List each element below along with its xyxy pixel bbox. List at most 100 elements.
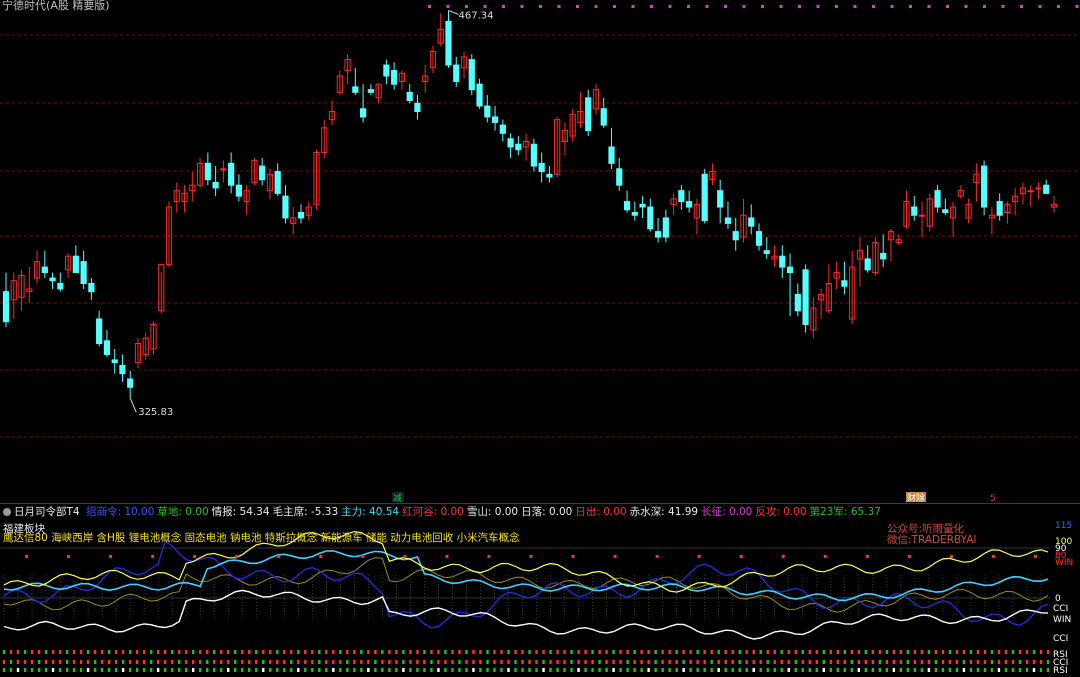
bottom-bar — [163, 668, 167, 672]
bottom-bar — [227, 668, 230, 672]
bottom-bar — [177, 650, 181, 654]
bottom-bar — [276, 668, 279, 672]
bottom-bar — [458, 668, 461, 672]
candle — [864, 245, 871, 273]
bottom-bar — [563, 668, 566, 672]
bottom-bar — [241, 660, 244, 664]
candle — [942, 198, 949, 216]
bottom-bar — [128, 668, 132, 672]
bottom-bar — [2, 660, 6, 664]
bottom-bar — [703, 660, 706, 664]
bottom-bar — [717, 668, 720, 672]
bottom-bar — [9, 668, 13, 672]
candle — [383, 59, 390, 85]
chart-canvas[interactable]: 467.34325.83减 财除 5 — [0, 0, 1080, 677]
signal-marker — [529, 555, 533, 558]
bottom-bar — [598, 668, 601, 672]
candle — [507, 133, 514, 158]
bottom-bar — [458, 650, 461, 654]
candle-body — [802, 269, 809, 325]
candle-body — [2, 291, 10, 323]
signal-marker — [739, 555, 743, 558]
candle — [701, 168, 708, 224]
candle — [717, 179, 724, 224]
bottom-bar — [836, 650, 839, 654]
bottom-bar — [920, 668, 924, 672]
indicator-item-8: 日出: 0.00 — [575, 506, 627, 518]
bottom-bar — [962, 668, 966, 672]
bottom-bar — [493, 660, 496, 664]
bottom-bar — [451, 660, 454, 664]
bottom-bar — [885, 660, 889, 664]
bottom-bar — [184, 660, 188, 664]
bottom-bar — [198, 668, 202, 672]
signal-marker — [823, 555, 827, 558]
bottom-bar — [86, 668, 90, 672]
candle — [1027, 185, 1034, 208]
candle — [437, 13, 444, 46]
bottom-bar — [500, 650, 503, 654]
bottom-bar — [640, 668, 643, 672]
bottom-bar — [710, 668, 713, 672]
bottom-bar — [444, 660, 447, 664]
bottom-bar — [906, 660, 910, 664]
bottom-bar — [248, 668, 251, 672]
candle-body — [491, 116, 499, 123]
candle — [150, 321, 157, 355]
axis-label-0: 0 — [1055, 594, 1061, 604]
candle-body — [748, 217, 755, 227]
indicator-menu-icon[interactable] — [3, 508, 11, 516]
bottom-bar — [850, 650, 854, 654]
indicator-name[interactable]: 日月司令部T4 — [14, 506, 80, 518]
bottom-bar — [472, 650, 475, 654]
candle-body — [546, 173, 553, 178]
bottom-bar — [290, 660, 293, 664]
bottom-bar — [283, 660, 286, 664]
bottom-bar — [451, 668, 454, 672]
candle-body — [996, 201, 1003, 216]
bottom-bar — [661, 660, 664, 664]
bottom-bar — [563, 650, 566, 654]
candle — [818, 288, 825, 319]
top-marker — [983, 5, 986, 8]
bottom-bar — [857, 668, 861, 672]
signal-marker — [445, 555, 449, 558]
candle-body — [127, 378, 134, 388]
bottom-bar — [16, 650, 20, 654]
bottom-bar — [325, 650, 328, 654]
top-marker — [465, 5, 468, 8]
bottom-bar — [220, 660, 223, 664]
bottom-bar — [668, 650, 671, 654]
bottom-bar — [654, 660, 657, 664]
candle-body — [678, 190, 685, 203]
candle — [243, 185, 250, 216]
bottom-bar — [276, 660, 279, 664]
candle-body — [445, 20, 452, 66]
top-marker — [1020, 5, 1023, 8]
candle-body — [80, 261, 87, 284]
candle — [414, 95, 421, 120]
bottom-bar — [724, 668, 727, 672]
axis-label-win-2: WIN — [1053, 615, 1072, 625]
bottom-bar — [423, 650, 426, 654]
candle — [911, 196, 918, 221]
bottom-bar — [128, 660, 132, 664]
bottom-bar — [100, 668, 104, 672]
bottom-bar — [1011, 660, 1015, 664]
bottom-bar — [696, 650, 699, 654]
bottom-bar — [542, 660, 545, 664]
candle-body — [352, 86, 359, 93]
top-marker — [594, 5, 598, 8]
candle-body — [779, 255, 786, 268]
bottom-bar — [479, 660, 482, 664]
bottom-bar — [514, 660, 517, 664]
signal-marker — [151, 555, 155, 558]
bottom-bar — [416, 650, 419, 654]
bottom-bar — [570, 650, 573, 654]
bottom-bar — [787, 668, 790, 672]
bottom-bar — [213, 668, 216, 672]
candle-body — [1035, 187, 1042, 190]
candle — [259, 157, 266, 186]
indicator-panel — [0, 530, 1050, 672]
candle — [693, 198, 701, 235]
